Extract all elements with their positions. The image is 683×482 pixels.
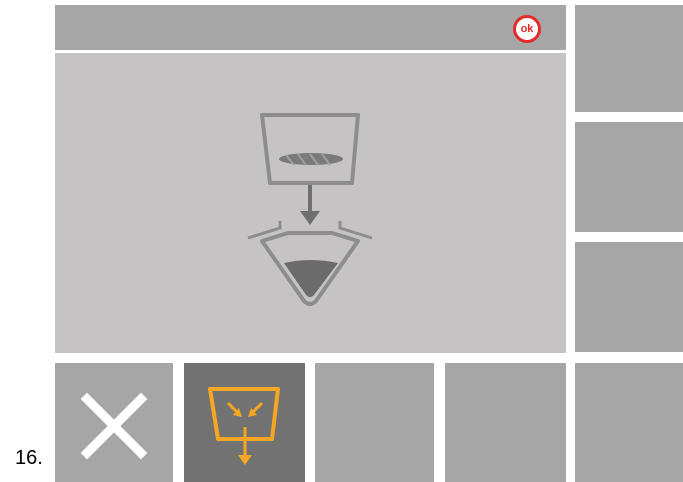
close-x-icon — [80, 392, 148, 460]
side-button-4[interactable] — [575, 363, 683, 482]
funnel-empty-icon — [208, 387, 280, 465]
ok-confirm-badge[interactable]: ok — [513, 15, 541, 43]
device-screen: ok — [55, 0, 683, 482]
side-button-2[interactable] — [575, 122, 683, 232]
side-button-3[interactable] — [575, 242, 683, 352]
bottom-button-3[interactable] — [315, 363, 434, 482]
fill-funnel-transfer-icon — [247, 113, 373, 306]
funnel-empty-button[interactable] — [184, 363, 305, 482]
side-button-1[interactable] — [575, 5, 683, 112]
bottom-button-4[interactable] — [445, 363, 566, 482]
header-bar: ok — [55, 5, 566, 50]
main-display-area — [55, 53, 566, 353]
cancel-button[interactable] — [55, 363, 173, 482]
step-number: 16. — [15, 447, 43, 469]
